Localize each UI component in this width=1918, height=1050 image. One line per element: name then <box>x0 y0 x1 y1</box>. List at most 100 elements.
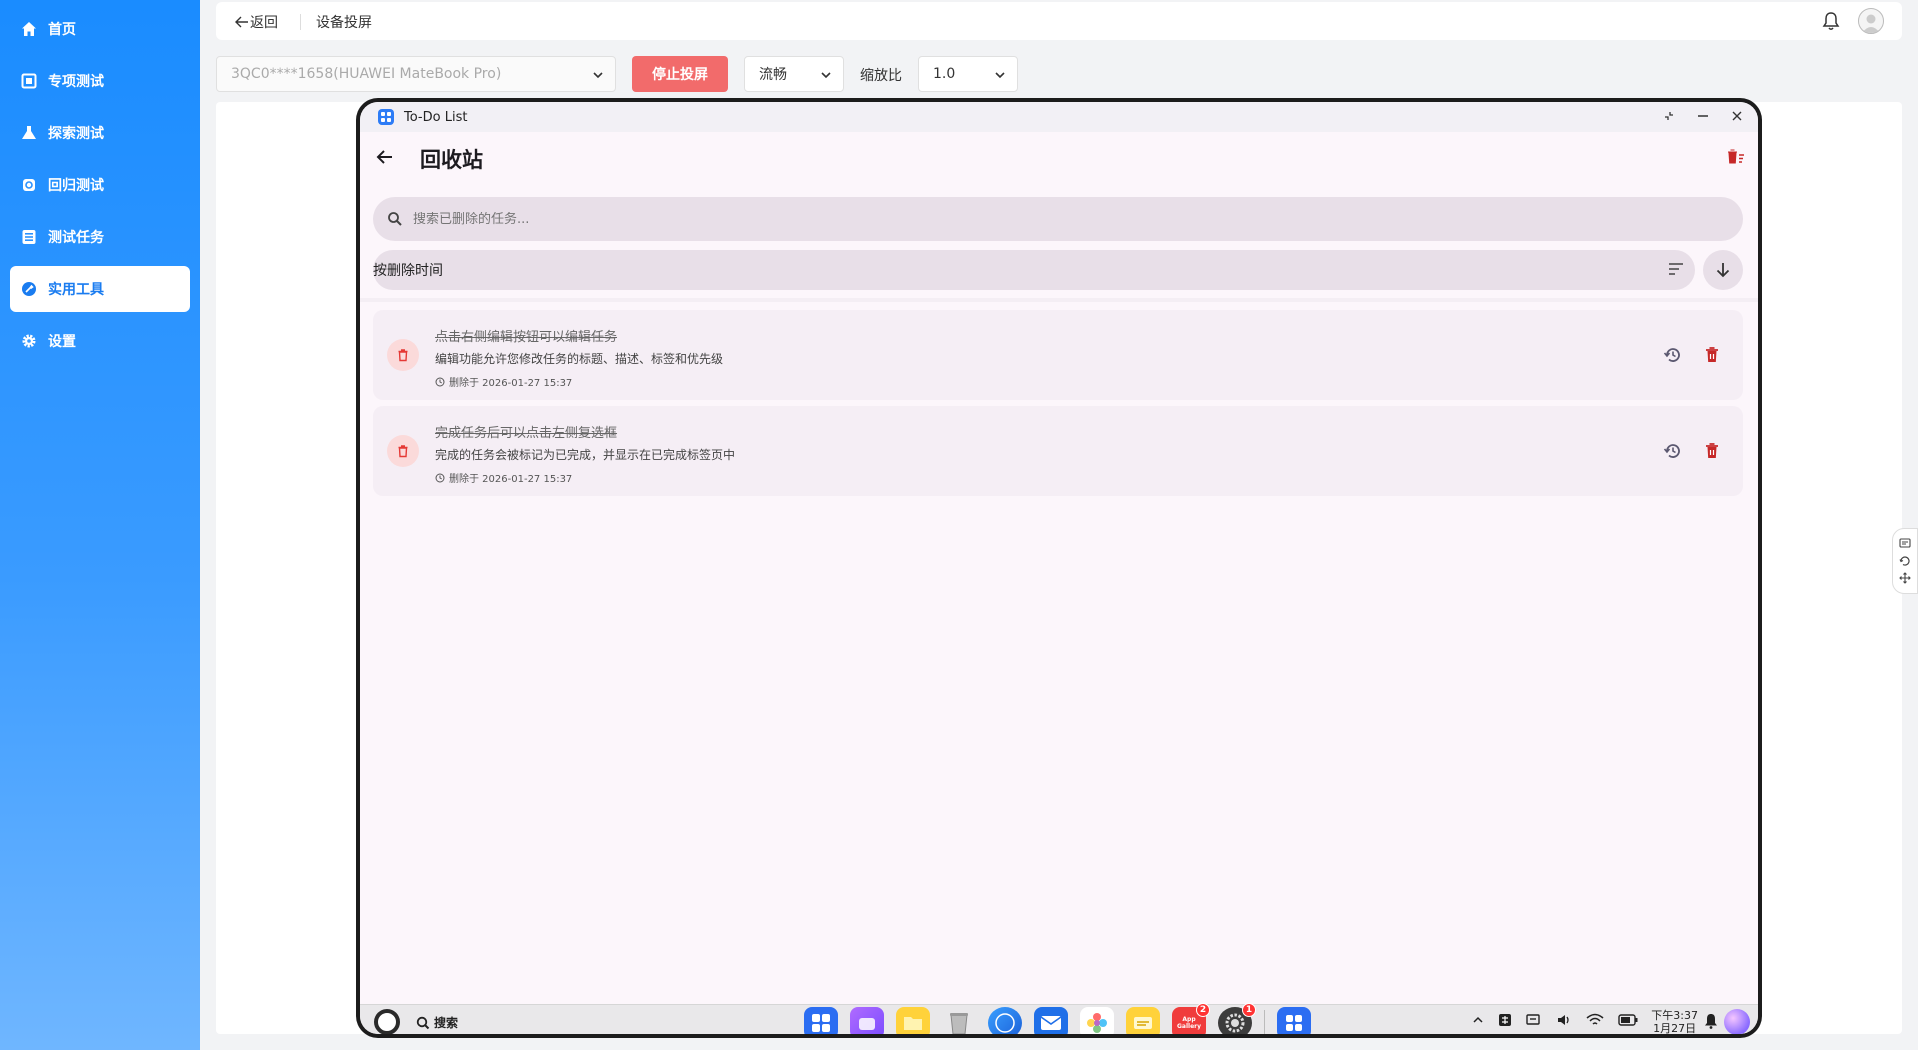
trash-icon <box>398 349 408 362</box>
sidebar-item-regression-test[interactable]: 回归测试 <box>10 162 190 208</box>
device-select[interactable]: 3QC0****1658(HUAWEI MateBook Pro) <box>216 56 616 92</box>
close-icon[interactable] <box>1730 109 1744 123</box>
window-titlebar: To-Do List <box>360 102 1758 132</box>
task-title: 点击右侧编辑按钮可以编辑任务 <box>435 330 618 345</box>
device-screen[interactable]: To-Do List 回收站 按删除时 <box>360 102 1758 1034</box>
list-icon <box>20 228 38 246</box>
battery-icon[interactable] <box>1618 1014 1638 1026</box>
deleted-badge <box>387 435 419 467</box>
deleted-badge <box>387 339 419 371</box>
floating-toolbox <box>1892 528 1918 594</box>
system-clock[interactable]: 下午3:37 1月27日 <box>1651 1009 1698 1034</box>
sidebar-item-label: 测试任务 <box>48 230 104 246</box>
history-icon <box>1663 444 1680 458</box>
files-app-icon[interactable] <box>896 1007 930 1034</box>
settings-app-icon[interactable]: 1 <box>1218 1003 1256 1034</box>
chevron-down-icon <box>593 72 603 79</box>
app-back-button[interactable] <box>374 146 396 172</box>
task-deleted-time: 删除于 2026-01-27 15:37 <box>435 470 572 485</box>
restore-task-button[interactable] <box>1663 441 1683 465</box>
display-icon[interactable] <box>1526 1013 1542 1027</box>
arrow-down-icon <box>1716 263 1730 278</box>
divider <box>360 298 1758 302</box>
sidebar-item-test-tasks[interactable]: 测试任务 <box>10 214 190 260</box>
trash-icon <box>1706 347 1718 362</box>
back-button[interactable]: 返回 <box>234 12 278 32</box>
browser-app-icon[interactable] <box>988 1007 1022 1034</box>
sidebar-item-label: 实用工具 <box>48 282 104 298</box>
recycle-bin-app: 回收站 按删除时间 点击右侧编辑按 <box>360 132 1758 1004</box>
mail-app-icon[interactable] <box>1034 1007 1068 1034</box>
sidebar-item-explore-test[interactable]: 探索测试 <box>10 110 190 156</box>
user-icon <box>1862 14 1880 33</box>
assistant-orb-icon[interactable] <box>1724 1009 1750 1034</box>
sidebar-item-label: 探索测试 <box>48 126 104 142</box>
task-description: 编辑功能允许您修改任务的标题、描述、标签和优先级 <box>435 352 724 366</box>
sidebar-item-special-test[interactable]: 专项测试 <box>10 58 190 104</box>
launcher-app-icon[interactable] <box>804 1007 838 1034</box>
sort-direction-button[interactable] <box>1703 250 1743 290</box>
clock-time: 下午3:37 <box>1651 1009 1698 1022</box>
wifi-icon[interactable] <box>1586 1013 1604 1027</box>
chevron-up-icon[interactable] <box>1472 1014 1484 1026</box>
dock: App Gallery 2 1 <box>804 1003 1323 1034</box>
search-bar[interactable] <box>373 197 1743 241</box>
delete-forever-button[interactable] <box>1703 345 1721 369</box>
refresh-icon[interactable] <box>1899 555 1911 567</box>
notification-bell-icon[interactable] <box>1704 1013 1718 1033</box>
user-avatar[interactable] <box>1858 8 1884 34</box>
sort-bar[interactable]: 按删除时间 <box>373 250 1695 290</box>
stop-cast-button[interactable]: 停止投屏 <box>632 56 728 92</box>
sidebar: 首页 专项测试 探索测试 回归测试 测试任务 实用工具 设置 <box>0 0 200 1050</box>
sort-icon[interactable] <box>1667 260 1685 278</box>
task-deleted-time-text: 删除于 2026-01-27 15:37 <box>449 474 573 485</box>
sort-label: 按删除时间 <box>373 263 443 279</box>
search-input[interactable] <box>413 211 1613 227</box>
app-gallery-icon[interactable]: App Gallery 2 <box>1172 1003 1210 1034</box>
clock-icon <box>435 473 445 482</box>
minimize-icon[interactable] <box>1696 109 1710 123</box>
refresh-icon <box>20 176 38 194</box>
delete-forever-button[interactable] <box>1703 441 1721 465</box>
volume-icon[interactable] <box>1556 1013 1572 1027</box>
quality-select[interactable]: 流畅 <box>744 56 844 92</box>
notification-bell-icon[interactable] <box>1822 11 1840 35</box>
multitask-app-icon[interactable] <box>850 1007 884 1034</box>
restore-window-icon[interactable] <box>1662 109 1676 123</box>
sidebar-item-settings[interactable]: 设置 <box>10 318 190 364</box>
recycle-bin-app-icon[interactable] <box>942 1007 976 1034</box>
quality-value: 流畅 <box>759 67 787 83</box>
sidebar-item-label: 设置 <box>48 334 76 350</box>
sidebar-item-label: 回归测试 <box>48 178 104 194</box>
home-icon <box>20 20 38 38</box>
task-title: 完成任务后可以点击左侧复选框 <box>435 426 618 441</box>
gallery-app-icon[interactable] <box>1080 1007 1114 1034</box>
task-deleted-time: 删除于 2026-01-27 15:37 <box>435 374 572 389</box>
notes-app-icon[interactable] <box>1126 1007 1160 1034</box>
restore-task-button[interactable] <box>1663 345 1683 369</box>
scale-value: 1.0 <box>933 66 956 82</box>
scale-select[interactable]: 1.0 <box>918 56 1018 92</box>
sidebar-item-home[interactable]: 首页 <box>10 6 190 52</box>
back-label: 返回 <box>250 15 278 31</box>
todo-app-icon <box>378 109 394 125</box>
feedback-icon[interactable] <box>1899 538 1911 550</box>
device-taskbar: 搜索 App Gallery 2 1 下午3:37 1月27日 <box>360 1003 1758 1034</box>
window-title: To-Do List <box>404 109 468 125</box>
notification-badge: 1 <box>1242 1003 1256 1017</box>
task-deleted-time-text: 删除于 2026-01-27 15:37 <box>449 378 573 389</box>
sidebar-item-label: 首页 <box>48 22 76 38</box>
device-frame: To-Do List 回收站 按删除时 <box>356 98 1762 1038</box>
app-gallery-label: App Gallery <box>1176 1016 1202 1030</box>
start-button[interactable] <box>374 1009 400 1034</box>
divider <box>300 14 301 30</box>
empty-trash-button[interactable] <box>1726 148 1746 170</box>
deleted-task-item: 点击右侧编辑按钮可以编辑任务 编辑功能允许您修改任务的标题、描述、标签和优先级 … <box>373 310 1743 400</box>
delete-sweep-icon <box>1728 149 1744 164</box>
input-method-icon[interactable] <box>1498 1013 1512 1027</box>
sidebar-item-tools[interactable]: 实用工具 <box>10 266 190 312</box>
taskbar-search[interactable]: 搜索 <box>416 1014 458 1031</box>
move-icon[interactable] <box>1899 572 1911 585</box>
todo-app-icon[interactable] <box>1277 1007 1311 1034</box>
history-icon <box>1663 348 1680 362</box>
